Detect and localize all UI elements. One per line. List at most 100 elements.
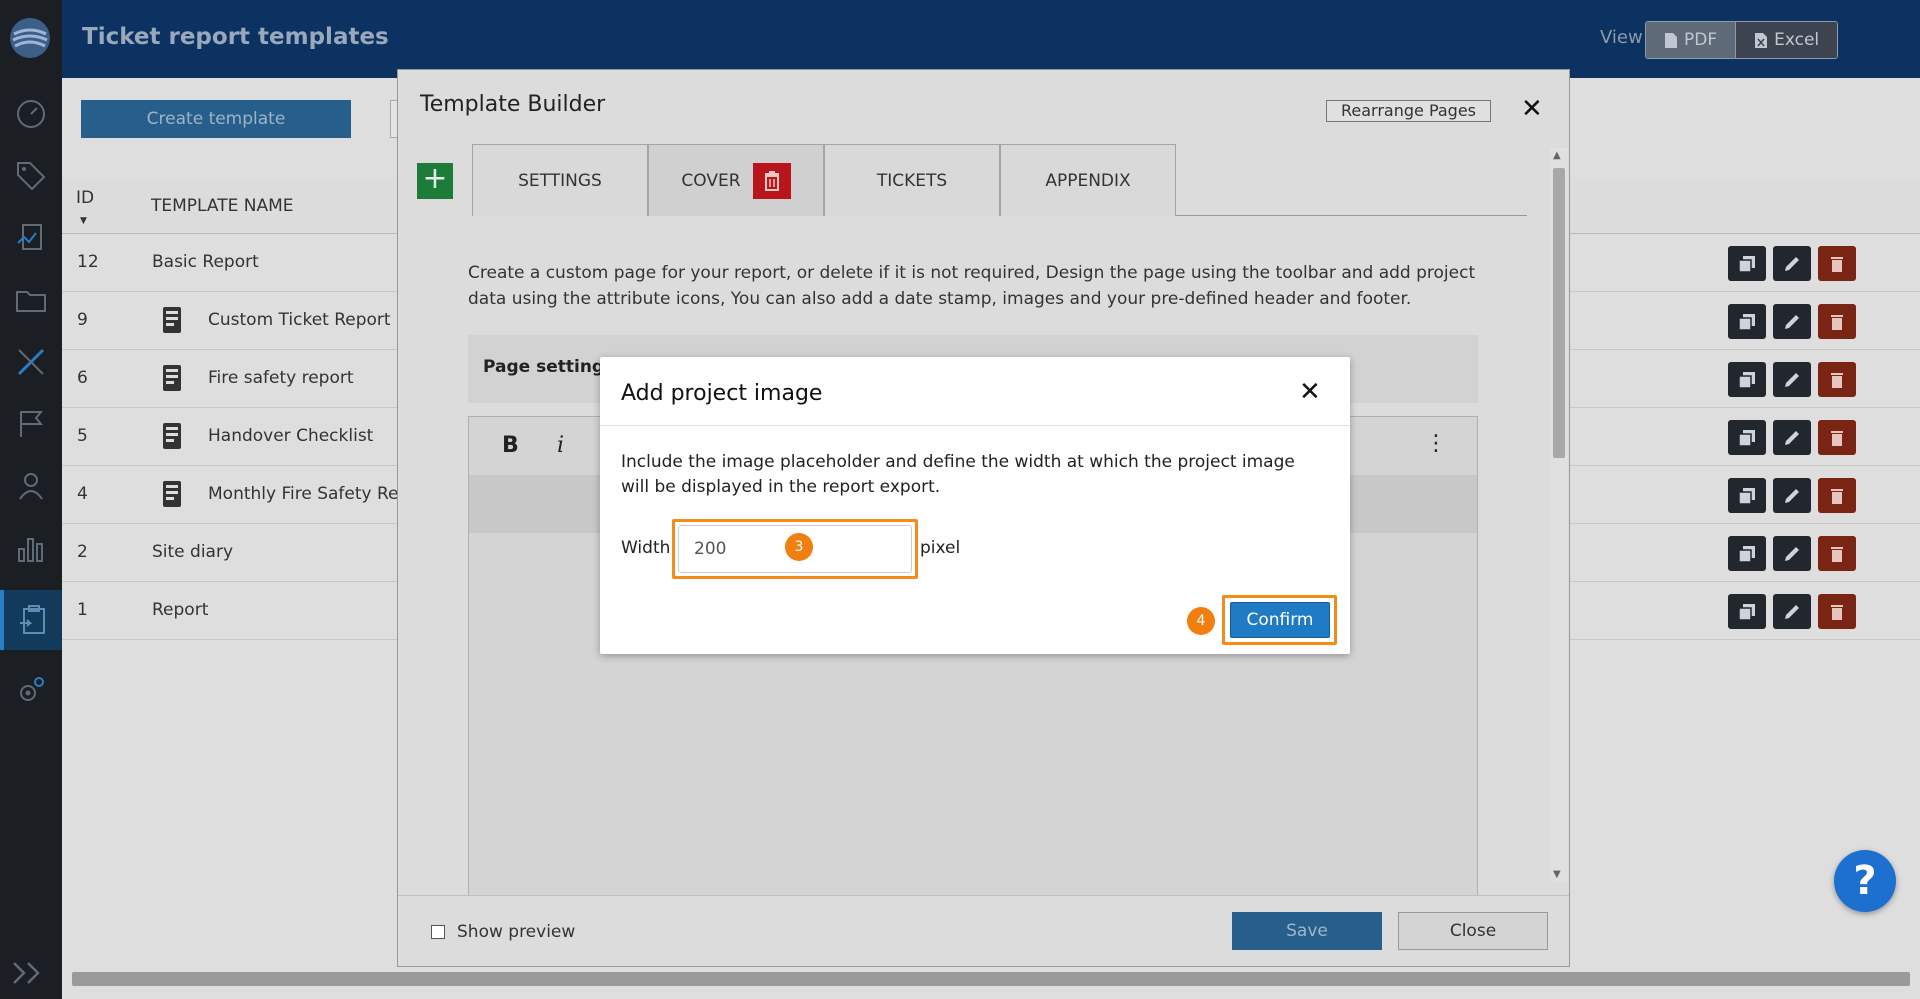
- row-id: 9: [77, 310, 88, 330]
- sidebar-item-templates[interactable]: [0, 590, 62, 650]
- view-excel-button[interactable]: Excel: [1735, 22, 1838, 58]
- dialog-divider: [600, 425, 1350, 426]
- duplicate-button[interactable]: [1728, 594, 1766, 629]
- flag-icon: [20, 411, 44, 437]
- duplicate-icon: [1738, 255, 1755, 273]
- show-preview-checkbox[interactable]: [431, 925, 445, 939]
- builder-description: Create a custom page for your report, or…: [468, 263, 1476, 309]
- trash-icon: [1831, 372, 1843, 388]
- row-name: Report: [152, 600, 209, 620]
- report-icon: [17, 224, 42, 250]
- scroll-down-icon[interactable]: ▼: [1553, 869, 1561, 880]
- edit-button[interactable]: [1773, 362, 1811, 397]
- sort-caret-icon[interactable]: ▼: [80, 216, 87, 226]
- create-template-button[interactable]: Create template: [81, 100, 351, 138]
- pdf-icon: [1665, 32, 1677, 48]
- delete-button[interactable]: [1818, 594, 1856, 629]
- scroll-up-icon[interactable]: ▲: [1553, 150, 1561, 161]
- more-options-icon[interactable]: ⋮: [1425, 431, 1447, 456]
- row-name: Monthly Fire Safety Repo: [208, 484, 420, 504]
- document-icon: [163, 307, 181, 333]
- rearrange-pages-button[interactable]: Rearrange Pages: [1326, 100, 1491, 122]
- row-name: Basic Report: [152, 252, 259, 272]
- tab-tickets[interactable]: TICKETS: [824, 144, 1000, 216]
- help-button[interactable]: ?: [1834, 850, 1896, 912]
- duplicate-button[interactable]: [1728, 362, 1766, 397]
- delete-button[interactable]: [1818, 246, 1856, 281]
- column-header-name[interactable]: TEMPLATE NAME: [151, 196, 294, 216]
- confirm-button[interactable]: Confirm: [1230, 602, 1330, 638]
- save-button[interactable]: Save: [1232, 912, 1382, 950]
- sidebar-item-tools[interactable]: [0, 332, 62, 392]
- trash-icon: [1831, 604, 1843, 620]
- horizontal-scrollbar[interactable]: [72, 972, 1910, 986]
- top-header: Ticket report templates View PDF Excel: [62, 0, 1920, 78]
- delete-button[interactable]: [1818, 536, 1856, 571]
- builder-close-icon[interactable]: ✕: [1521, 94, 1543, 124]
- sidebar: [0, 0, 62, 999]
- tab-appendix[interactable]: APPENDIX: [1000, 144, 1176, 216]
- row-name: Fire safety report: [208, 368, 354, 388]
- excel-icon: [1755, 32, 1768, 48]
- edit-button[interactable]: [1773, 246, 1811, 281]
- bold-button[interactable]: B: [502, 433, 519, 458]
- view-pdf-button[interactable]: PDF: [1646, 22, 1736, 58]
- page-settings-label: Page settings: [483, 357, 615, 377]
- logo: [10, 18, 50, 58]
- sidebar-item-flags[interactable]: [0, 394, 62, 454]
- delete-button[interactable]: [1818, 478, 1856, 513]
- document-icon: [163, 423, 181, 449]
- delete-button[interactable]: [1818, 304, 1856, 339]
- tag-icon: [17, 162, 46, 191]
- edit-button[interactable]: [1773, 420, 1811, 455]
- row-id: 4: [77, 484, 88, 504]
- width-unit-label: pixel: [920, 538, 961, 558]
- tab-cover[interactable]: COVER: [648, 144, 824, 216]
- row-actions: [1728, 536, 1856, 571]
- dialog-close-icon[interactable]: ✕: [1299, 377, 1321, 407]
- row-actions: [1728, 246, 1856, 281]
- duplicate-button[interactable]: [1728, 246, 1766, 281]
- row-name: Custom Ticket Report: [208, 310, 391, 330]
- builder-footer: Show preview Save Close: [398, 895, 1569, 966]
- show-preview-toggle[interactable]: Show preview: [431, 922, 575, 942]
- tab-settings[interactable]: SETTINGS: [472, 144, 648, 216]
- user-icon: [19, 473, 43, 500]
- sidebar-item-dashboard[interactable]: [0, 84, 62, 144]
- sidebar-item-reports[interactable]: [0, 208, 62, 268]
- delete-button[interactable]: [1818, 420, 1856, 455]
- edit-icon: [1785, 546, 1799, 561]
- italic-button[interactable]: i: [557, 433, 564, 458]
- duplicate-button[interactable]: [1728, 420, 1766, 455]
- row-id: 6: [77, 368, 88, 388]
- builder-vertical-scrollbar[interactable]: ▲ ▼: [1550, 148, 1568, 882]
- column-header-id[interactable]: ID: [76, 188, 94, 208]
- delete-button[interactable]: [1818, 362, 1856, 397]
- sidebar-item-settings[interactable]: [0, 660, 62, 720]
- edit-button[interactable]: [1773, 478, 1811, 513]
- expand-sidebar-icon[interactable]: [10, 959, 50, 987]
- tab-cover-label: COVER: [681, 170, 741, 191]
- chart-icon: [18, 538, 43, 562]
- row-actions: [1728, 362, 1856, 397]
- tab-tickets-label: TICKETS: [876, 170, 948, 191]
- duplicate-button[interactable]: [1728, 536, 1766, 571]
- sidebar-item-users[interactable]: [0, 456, 62, 516]
- trash-icon: [1831, 430, 1843, 446]
- add-page-button[interactable]: +: [417, 163, 453, 199]
- tools-icon: [17, 348, 45, 376]
- sidebar-item-analytics[interactable]: [0, 518, 62, 578]
- delete-page-button[interactable]: [752, 162, 791, 199]
- sidebar-item-tags[interactable]: [0, 146, 62, 206]
- duplicate-button[interactable]: [1728, 304, 1766, 339]
- sidebar-item-folders[interactable]: [0, 270, 62, 330]
- trash-icon: [1831, 488, 1843, 504]
- edit-button[interactable]: [1773, 594, 1811, 629]
- edit-button[interactable]: [1773, 304, 1811, 339]
- close-button[interactable]: Close: [1398, 912, 1548, 950]
- duplicate-button[interactable]: [1728, 478, 1766, 513]
- view-label: View: [1600, 27, 1643, 48]
- edit-button[interactable]: [1773, 536, 1811, 571]
- edit-icon: [1785, 430, 1799, 445]
- scroll-thumb[interactable]: [1553, 168, 1565, 458]
